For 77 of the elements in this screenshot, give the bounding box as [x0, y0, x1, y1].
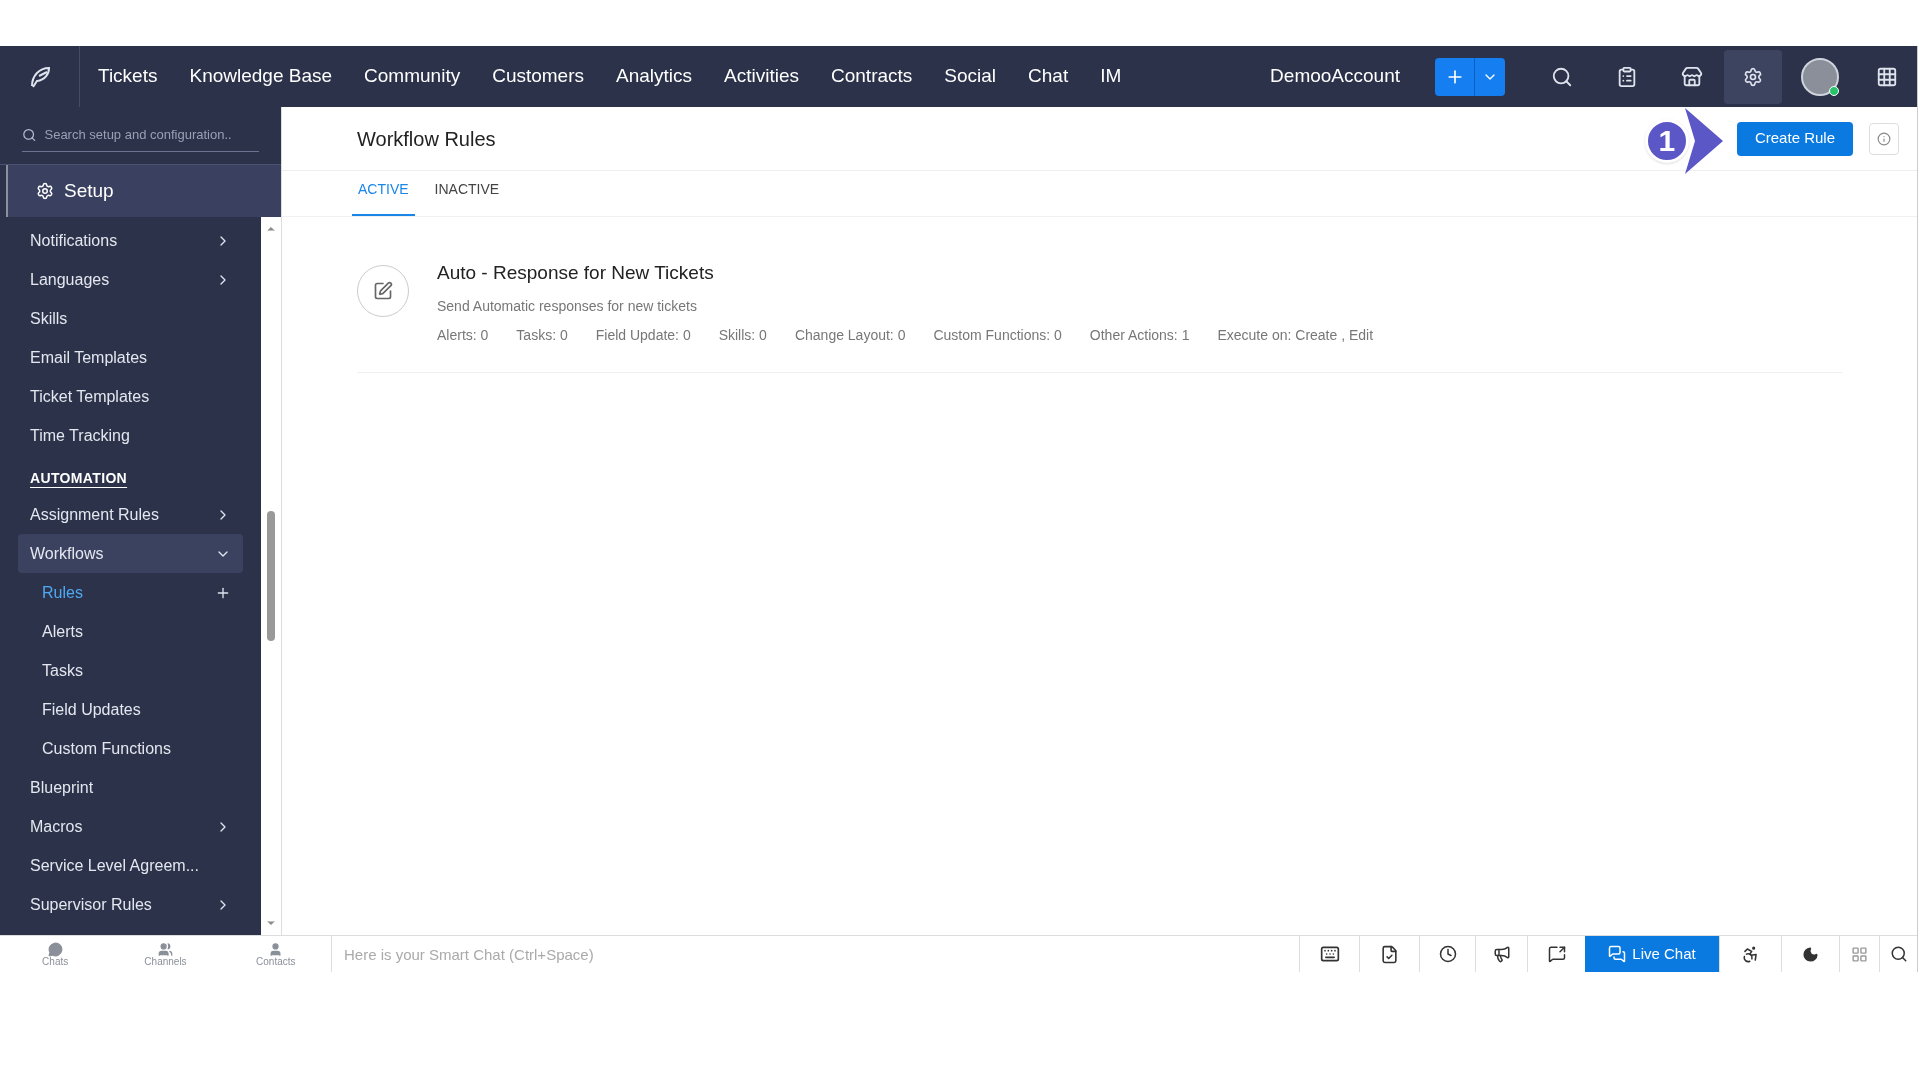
- nav-tab[interactable]: Social: [944, 62, 997, 91]
- sidebar-item[interactable]: Notifications: [18, 221, 243, 260]
- chat-bubble-icon: [47, 941, 63, 957]
- store-icon[interactable]: [1680, 65, 1703, 88]
- sidebar-subitem[interactable]: Custom Functions: [18, 729, 243, 768]
- nav-tab[interactable]: Customers: [492, 62, 584, 91]
- sidebar-item[interactable]: Skills: [18, 299, 243, 338]
- rule-stat: Field Update: 0: [595, 325, 691, 345]
- user-icon: [268, 941, 284, 957]
- search-field[interactable]: Search setup and configuration..: [22, 119, 259, 152]
- sidebar-item[interactable]: Service Level Agreem...: [18, 846, 243, 885]
- live-chat-button[interactable]: Live Chat: [1585, 936, 1719, 972]
- sidebar-subitem[interactable]: Field Updates: [18, 690, 243, 729]
- sidebar-subitem[interactable]: Alerts: [18, 612, 243, 651]
- tab[interactable]: INACTIVE: [428, 179, 506, 216]
- scrollbar-thumb[interactable]: [267, 511, 275, 641]
- settings-icon: [36, 182, 54, 200]
- sidebar-item[interactable]: Blueprint: [18, 768, 243, 807]
- sidebar-item[interactable]: Assignment Rules: [18, 495, 243, 534]
- sidebar-item[interactable]: Time Tracking: [18, 416, 243, 455]
- message-share-icon[interactable]: [1547, 945, 1566, 963]
- sidebar-item[interactable]: Ticket Templates: [18, 377, 243, 416]
- moon-icon[interactable]: [1802, 945, 1819, 963]
- document-check-icon[interactable]: [1380, 944, 1399, 964]
- clock-icon[interactable]: [1438, 945, 1457, 963]
- section-heading: AUTOMATION: [30, 469, 128, 488]
- rule-stat: Execute on: Create , Edit: [1217, 325, 1374, 345]
- settings-icon: [1743, 66, 1763, 87]
- search-icon: [22, 127, 37, 143]
- rule-stat: Custom Functions: 0: [933, 325, 1062, 345]
- sidebar-subitem[interactable]: Tasks: [18, 651, 243, 690]
- tab[interactable]: ACTIVE: [352, 179, 415, 216]
- rule-stat: Alerts: 0: [437, 325, 489, 345]
- search-icon[interactable]: [1550, 65, 1573, 88]
- rule-stat: Other Actions: 1: [1089, 325, 1190, 345]
- account-name[interactable]: DemooAccount: [1270, 62, 1400, 91]
- chat-icon: [1608, 945, 1627, 963]
- settings-button[interactable]: [1724, 49, 1782, 104]
- nav-tab[interactable]: Knowledge Base: [189, 62, 333, 91]
- smart-chat-field[interactable]: Here is your Smart Chat (Ctrl+Space): [332, 936, 1299, 972]
- info-button[interactable]: [1869, 122, 1899, 155]
- sidebar-item[interactable]: Email Templates: [18, 338, 243, 377]
- setup-title: Setup: [64, 178, 114, 203]
- nav-tab[interactable]: Community: [364, 62, 461, 91]
- megaphone-icon[interactable]: [1492, 945, 1511, 963]
- sidebar-item[interactable]: Languages: [18, 260, 243, 299]
- rule-stat: Skills: 0: [718, 325, 767, 345]
- nav-tab[interactable]: Chat: [1028, 62, 1069, 91]
- nav-tab[interactable]: Analytics: [616, 62, 693, 91]
- sidebar-item[interactable]: Macros: [18, 807, 243, 846]
- page-title: Workflow Rules: [357, 126, 496, 152]
- apps-grid-icon[interactable]: [1876, 65, 1898, 88]
- search-input[interactable]: Search setup and configuration..: [44, 125, 259, 145]
- rule-stat: Change Layout: 0: [794, 325, 906, 345]
- avatar[interactable]: [1800, 57, 1839, 96]
- sidebar-item[interactable]: Supervisor Rules: [18, 885, 243, 924]
- rule-stat: Tasks: 0: [516, 325, 568, 345]
- sidebar-subitem[interactable]: Rules: [18, 573, 243, 612]
- keyboard-icon[interactable]: [1319, 944, 1340, 964]
- nav-tab[interactable]: Tickets: [98, 62, 158, 91]
- grid-icon[interactable]: [1851, 945, 1868, 963]
- rule-description: Send Automatic responses for new tickets: [437, 296, 698, 316]
- search-icon[interactable]: [1889, 945, 1908, 963]
- setup-header[interactable]: Setup: [6, 165, 281, 217]
- nav-tab[interactable]: Activities: [724, 62, 799, 91]
- info-icon: [1877, 131, 1891, 146]
- nav-tab[interactable]: IM: [1100, 62, 1122, 91]
- bottom-tab[interactable]: Channels: [110, 936, 221, 972]
- sidebar-item[interactable]: Workflows: [18, 534, 243, 573]
- scrollbar[interactable]: [261, 217, 281, 935]
- group-icon: [158, 941, 173, 957]
- create-rule-button[interactable]: Create Rule: [1736, 121, 1853, 156]
- rule-name[interactable]: Auto - Response for New Tickets: [437, 259, 1374, 288]
- accessibility-icon[interactable]: [1741, 944, 1760, 964]
- nav-tab[interactable]: Contracts: [831, 62, 913, 91]
- bottom-tab[interactable]: Contacts: [220, 936, 331, 972]
- new-button[interactable]: [1435, 57, 1505, 96]
